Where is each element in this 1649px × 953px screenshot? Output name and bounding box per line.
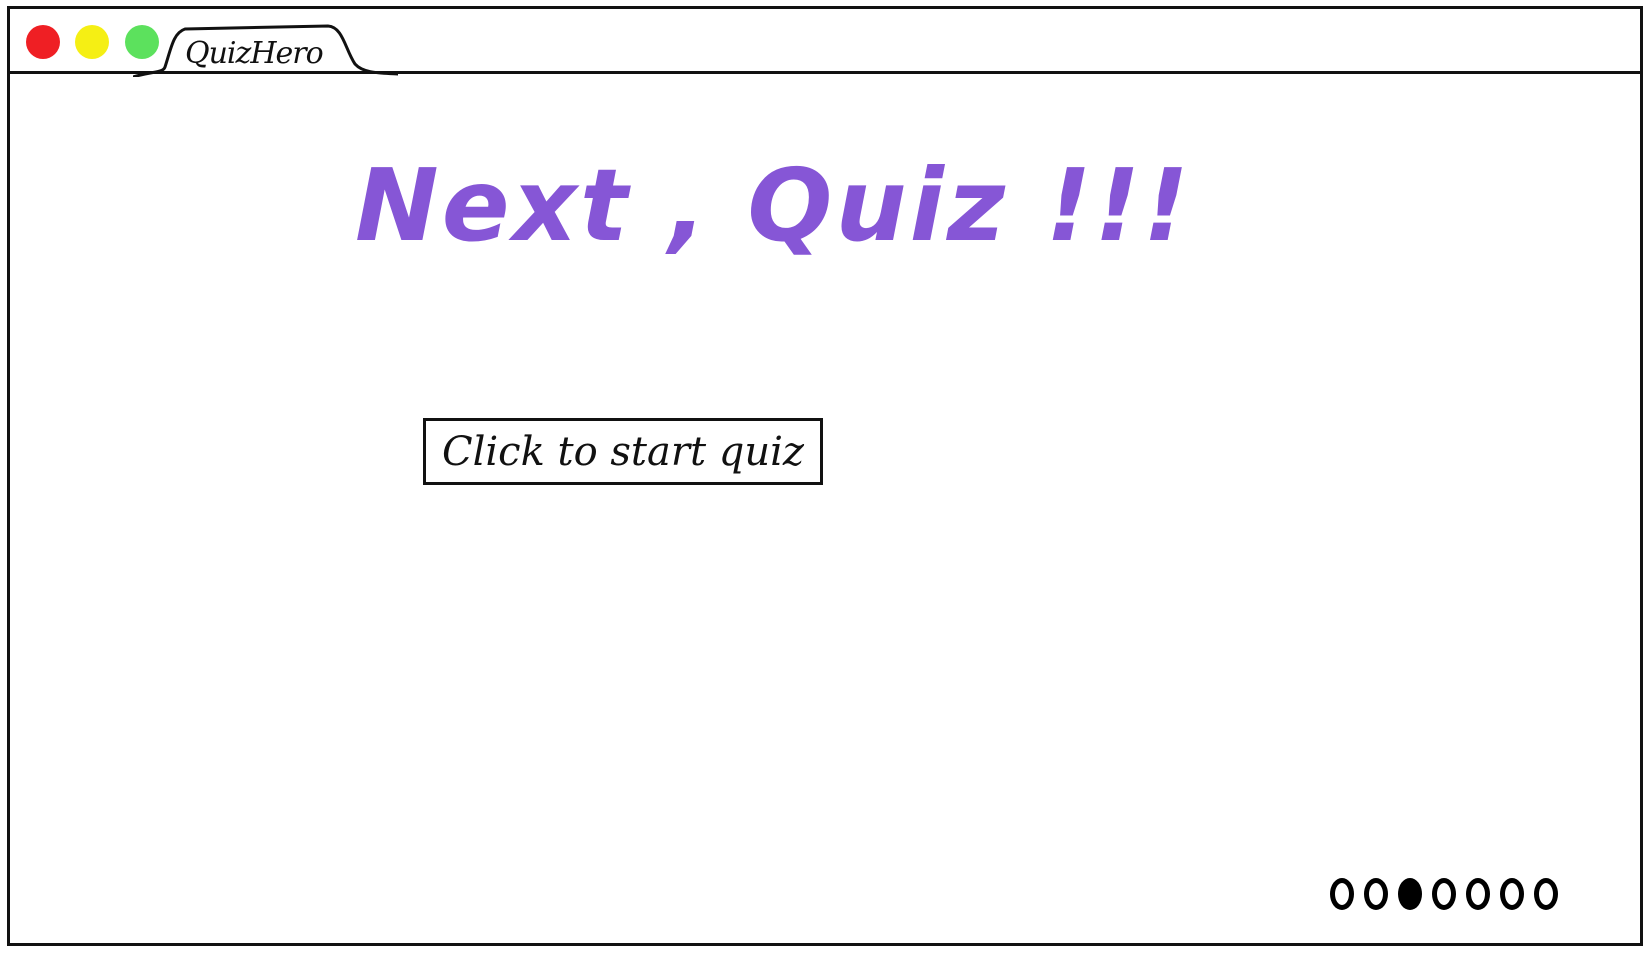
pager-dot-7[interactable] [1534,878,1558,910]
pager-dot-4[interactable] [1432,878,1456,910]
minimize-window-button[interactable] [75,25,109,59]
browser-window: QuizHero Next , Quiz !!! Click to start … [7,6,1643,946]
pager-dot-2[interactable] [1364,878,1388,910]
pager-dot-1[interactable] [1330,878,1354,910]
main-content: Next , Quiz !!! Click to start quiz [10,77,1640,943]
pager-dot-3[interactable] [1398,878,1422,910]
start-quiz-button[interactable]: Click to start quiz [423,418,823,485]
slide-pager [1330,872,1558,916]
close-window-button[interactable] [26,25,60,59]
pager-dot-6[interactable] [1500,878,1524,910]
page-headline: Next , Quiz !!! [355,147,1192,264]
pager-dot-5[interactable] [1466,878,1490,910]
title-bar: QuizHero [10,9,1640,77]
tab-title: QuizHero [185,36,324,71]
tab-quizhero[interactable]: QuizHero [133,19,398,77]
